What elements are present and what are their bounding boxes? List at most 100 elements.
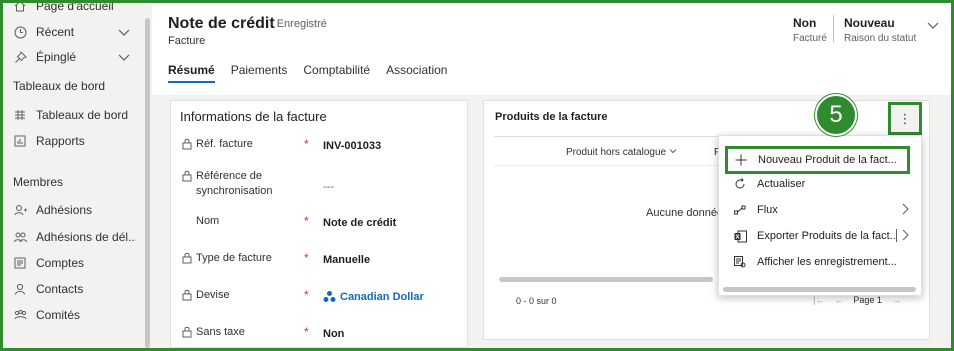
field-label-text: Nom [196, 215, 220, 227]
sidebar-item-home[interactable]: Page d'accueil [3, 3, 143, 17]
more-commands-button[interactable]: ⋮ [888, 102, 922, 135]
currency-lookup-link[interactable]: Canadian Dollar [323, 290, 424, 303]
dashboard-icon [13, 108, 27, 122]
command-overflow-menu: Nouveau Produit de la fact... Actualiser… [718, 135, 922, 296]
sidebar: Page d'accueil Récent Épinglé Tableaux d… [3, 3, 152, 348]
menu-item-label: Flux [757, 204, 778, 216]
tab-association[interactable]: Association [386, 63, 447, 83]
field-label: Type de facture [182, 251, 302, 266]
lock-icon [182, 252, 192, 264]
sidebar-item-dashboards[interactable]: Tableaux de bord [3, 104, 143, 126]
invoice-info-section: Informations de la facture Réf. facture … [170, 100, 468, 348]
chevron-down-icon[interactable] [117, 25, 131, 39]
field-label-text: Réf. facture [196, 138, 253, 150]
column-header-label: Produit hors catalogue [566, 147, 667, 158]
sidebar-item-committees[interactable]: Comités [3, 304, 143, 326]
refresh-icon [733, 177, 747, 191]
account-icon [13, 256, 27, 270]
menu-item-view-records[interactable]: Afficher les enregistrement... [719, 249, 923, 275]
field-label: Nom [196, 214, 316, 229]
entity-name: Facture [168, 35, 206, 47]
menu-item-refresh[interactable]: Actualiser [719, 171, 923, 197]
field-value[interactable]: Non [323, 328, 344, 340]
sidebar-item-label: Page d'accueil [36, 3, 114, 13]
tab-summary[interactable]: Résumé [168, 63, 215, 83]
column-header-writein-product[interactable]: Produit hors catalogue [566, 147, 677, 158]
lock-icon [182, 289, 192, 301]
chevron-down-icon [669, 147, 677, 158]
subgrid-title: Produits de la facture [495, 111, 608, 123]
sidebar-scrollbar[interactable] [145, 18, 150, 348]
header-field-value: Nouveau [844, 16, 895, 30]
field-label-text: Sans taxe [196, 326, 245, 338]
sidebar-item-label: Tableaux de bord [36, 108, 129, 122]
next-page-icon[interactable]: → [892, 295, 901, 305]
menu-scrollbar[interactable] [723, 287, 916, 292]
pager: |← ← Page 1 → [813, 295, 901, 305]
no-data-message: Aucune donnée [646, 207, 724, 219]
sidebar-item-label: Adhésions de dél... [36, 230, 136, 244]
home-icon [13, 3, 27, 13]
menu-item-label: Actualiser [757, 178, 806, 190]
menu-item-export-invoice-products[interactable]: Exporter Produits de la fact... [719, 223, 923, 249]
lock-icon [182, 326, 192, 338]
previous-page-icon[interactable]: ← [834, 295, 843, 305]
menu-item-label: Afficher les enregistrement... [757, 256, 897, 268]
required-indicator: * [304, 325, 309, 339]
field-value[interactable]: Note de crédit [323, 217, 396, 229]
tab-accounting[interactable]: Comptabilité [303, 63, 370, 83]
field-label: Référence de synchronisation [182, 169, 302, 199]
field-label: Sans taxe [182, 325, 302, 340]
header-field-billed: Non Facturé [793, 16, 827, 44]
sidebar-item-recent[interactable]: Récent [3, 21, 143, 43]
menu-item-new-invoice-product[interactable]: Nouveau Produit de la fact... [725, 146, 910, 174]
sidebar-section-members: Membres [13, 175, 64, 189]
save-status: - Enregistré [270, 18, 327, 30]
flow-icon [733, 203, 747, 217]
tab-payments[interactable]: Paiements [231, 63, 288, 83]
lock-icon [182, 138, 192, 150]
lock-icon [182, 170, 192, 182]
record-count: 0 - 0 sur 0 [516, 296, 557, 306]
sidebar-item-label: Comités [36, 308, 81, 322]
sidebar-item-label: Adhésions [36, 203, 93, 217]
section-title: Informations de la facture [180, 109, 327, 124]
sidebar-section-dashboards: Tableaux de bord [13, 79, 106, 93]
page-title: Note de crédit [168, 15, 275, 32]
sidebar-item-memberships[interactable]: Adhésions [3, 199, 143, 221]
header-divider [833, 15, 834, 43]
field-label: Devise [182, 288, 302, 303]
report-icon [13, 134, 27, 148]
field-label: Réf. facture [182, 137, 302, 152]
menu-item-label: Nouveau Produit de la fact... [758, 154, 897, 166]
menu-item-flow[interactable]: Flux [719, 197, 923, 223]
sidebar-item-delegate-memberships[interactable]: Adhésions de dél... [3, 226, 143, 248]
field-value[interactable]: INV-001033 [323, 140, 381, 152]
menu-item-label: Exporter Produits de la fact... [757, 230, 897, 242]
header-field-status-reason: Nouveau Raison du statut [844, 16, 916, 44]
field-value[interactable]: Manuelle [323, 254, 370, 266]
sidebar-item-label: Comptes [36, 256, 85, 270]
membership-icon [13, 203, 27, 217]
chevron-down-icon[interactable] [926, 18, 940, 32]
field-label-text: Type de facture [196, 252, 272, 264]
pin-icon [13, 50, 27, 64]
currency-entity-icon [323, 291, 336, 302]
first-page-icon[interactable]: |← [813, 295, 824, 305]
horizontal-scrollbar[interactable] [499, 277, 713, 282]
sidebar-item-accounts[interactable]: Comptes [3, 252, 143, 274]
sidebar-item-reports[interactable]: Rapports [3, 130, 143, 152]
field-label-text: Référence de synchronisation [196, 170, 273, 197]
delegate-membership-icon [13, 230, 27, 244]
chevron-right-icon[interactable] [899, 229, 911, 241]
chevron-down-icon[interactable] [117, 50, 131, 64]
record-header: Note de crédit - Enregistré Facture Non … [152, 3, 951, 95]
required-indicator: * [304, 137, 309, 151]
tab-list: Résumé Paiements Comptabilité Associatio… [168, 63, 463, 83]
sidebar-item-contacts[interactable]: Contacts [3, 278, 143, 300]
plus-icon [734, 153, 748, 167]
committee-icon [13, 308, 27, 322]
sidebar-item-pinned[interactable]: Épinglé [3, 46, 143, 68]
sidebar-item-label: Contacts [36, 282, 84, 296]
field-value[interactable]: --- [323, 181, 334, 193]
